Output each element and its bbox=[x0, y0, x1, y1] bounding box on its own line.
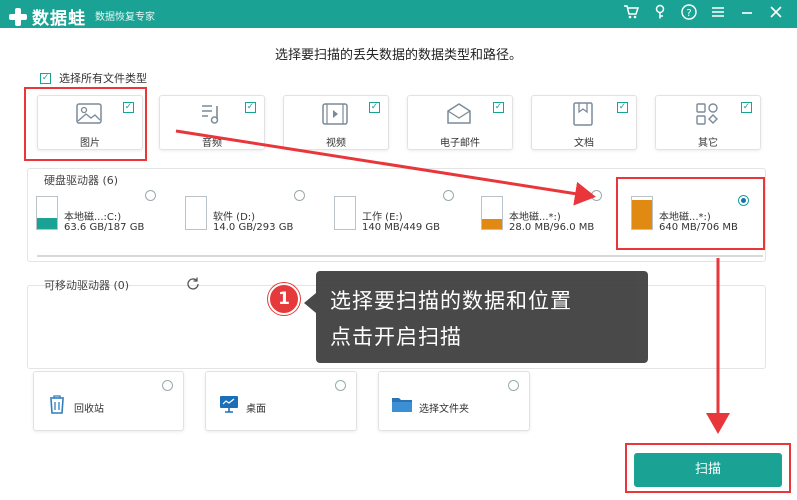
location-desktop[interactable]: 桌面 bbox=[205, 371, 357, 431]
key-icon[interactable] bbox=[651, 4, 669, 22]
removable-label: 可移动驱动器 (0) bbox=[44, 279, 130, 292]
title-bar: 数据蛙 数据恢复专家 ? bbox=[0, 0, 797, 29]
menu-icon[interactable] bbox=[709, 4, 727, 22]
drive-icon bbox=[481, 196, 503, 230]
drive-name: 本地磁...*:) bbox=[509, 212, 561, 223]
video-icon bbox=[322, 103, 348, 125]
type-label: 音频 bbox=[202, 138, 222, 149]
location-recycle-bin[interactable]: 回收站 bbox=[33, 371, 184, 431]
tooltip-line-1: 选择要扫描的数据和位置 bbox=[330, 289, 572, 313]
app-edition: 数据恢复专家 bbox=[95, 12, 155, 23]
step-badge: 1 bbox=[268, 283, 300, 315]
type-checkbox[interactable]: ✓ bbox=[741, 102, 752, 113]
scan-button-highlight bbox=[625, 443, 791, 493]
type-checkbox[interactable]: ✓ bbox=[493, 102, 504, 113]
drive-radio[interactable] bbox=[591, 190, 602, 201]
drive-radio[interactable] bbox=[145, 190, 156, 201]
drive-name: 本地磁...:C:) bbox=[64, 212, 122, 223]
type-label: 电子邮件 bbox=[440, 138, 480, 149]
location-radio[interactable] bbox=[335, 380, 346, 391]
drive-size: 28.0 MB/96.0 MB bbox=[509, 222, 595, 233]
type-card-email[interactable]: ✓ 电子邮件 bbox=[407, 95, 513, 150]
window-controls: ? bbox=[622, 4, 785, 22]
folder-icon bbox=[392, 398, 412, 412]
select-all-checkbox[interactable]: ✓ bbox=[40, 72, 51, 84]
drive-item[interactable]: 工作 (E:) 140 MB/449 GB bbox=[328, 190, 458, 250]
email-icon bbox=[447, 103, 471, 124]
type-card-document[interactable]: ✓ 文档 bbox=[531, 95, 637, 150]
tooltip-line-2: 点击开启扫描 bbox=[330, 325, 462, 349]
drive-icon bbox=[36, 196, 58, 230]
location-label: 回收站 bbox=[74, 404, 104, 415]
svg-text:?: ? bbox=[686, 8, 691, 19]
drive-scrollbar[interactable] bbox=[37, 255, 763, 257]
type-checkbox[interactable]: ✓ bbox=[369, 102, 380, 113]
type-label: 文档 bbox=[574, 138, 594, 149]
select-all-types[interactable]: ✓ 选择所有文件类型 bbox=[40, 70, 147, 86]
drive-name: 工作 (E:) bbox=[362, 212, 403, 223]
drive-icon bbox=[334, 196, 356, 230]
drive-item[interactable]: 本地磁...:C:) 63.6 GB/187 GB bbox=[30, 190, 160, 250]
select-all-label: 选择所有文件类型 bbox=[59, 72, 147, 85]
type-checkbox[interactable]: ✓ bbox=[245, 102, 256, 113]
drive-radio[interactable] bbox=[294, 190, 305, 201]
type-card-audio[interactable]: ✓ 音频 bbox=[159, 95, 265, 150]
drive-radio[interactable] bbox=[443, 190, 454, 201]
minimize-icon[interactable] bbox=[738, 4, 756, 22]
selected-drive-highlight bbox=[616, 177, 765, 250]
drive-size: 63.6 GB/187 GB bbox=[64, 222, 145, 233]
drive-size: 140 MB/449 GB bbox=[362, 222, 440, 233]
location-radio[interactable] bbox=[508, 380, 519, 391]
location-label: 桌面 bbox=[246, 404, 266, 415]
drive-item[interactable]: 本地磁...*:) 28.0 MB/96.0 MB bbox=[475, 190, 606, 250]
type-checkbox[interactable]: ✓ bbox=[617, 102, 628, 113]
type-card-video[interactable]: ✓ 视频 bbox=[283, 95, 389, 150]
app-name: 数据蛙 bbox=[32, 9, 86, 29]
location-select-folder[interactable]: 选择文件夹 bbox=[378, 371, 530, 431]
image-type-highlight bbox=[24, 87, 147, 161]
hard-drive-label: 硬盘驱动器 (6) bbox=[44, 174, 119, 187]
drive-icon bbox=[185, 196, 207, 230]
logo-cross-icon bbox=[8, 7, 28, 27]
document-icon bbox=[573, 102, 593, 126]
type-label: 其它 bbox=[698, 138, 718, 149]
refresh-icon[interactable] bbox=[185, 276, 201, 292]
instruction-tooltip: 选择要扫描的数据和位置 点击开启扫描 bbox=[304, 271, 648, 363]
type-card-other[interactable]: ✓ 其它 bbox=[655, 95, 761, 150]
desktop-icon bbox=[220, 396, 238, 413]
location-label: 选择文件夹 bbox=[419, 404, 469, 415]
instruction-text: 选择要扫描的丢失数据的数据类型和路径。 bbox=[274, 48, 522, 63]
close-icon[interactable] bbox=[767, 4, 785, 22]
drive-size: 14.0 GB/293 GB bbox=[213, 222, 294, 233]
location-radio[interactable] bbox=[162, 380, 173, 391]
cart-icon[interactable] bbox=[622, 4, 640, 22]
recycle-bin-icon bbox=[50, 395, 64, 414]
app-logo: 数据蛙 bbox=[8, 4, 86, 29]
audio-icon bbox=[202, 105, 219, 124]
type-label: 视频 bbox=[326, 138, 346, 149]
drive-item[interactable]: 软件 (D:) 14.0 GB/293 GB bbox=[179, 190, 309, 250]
help-icon[interactable]: ? bbox=[680, 4, 698, 22]
drive-name: 软件 (D:) bbox=[213, 212, 256, 223]
other-icon bbox=[696, 103, 718, 125]
